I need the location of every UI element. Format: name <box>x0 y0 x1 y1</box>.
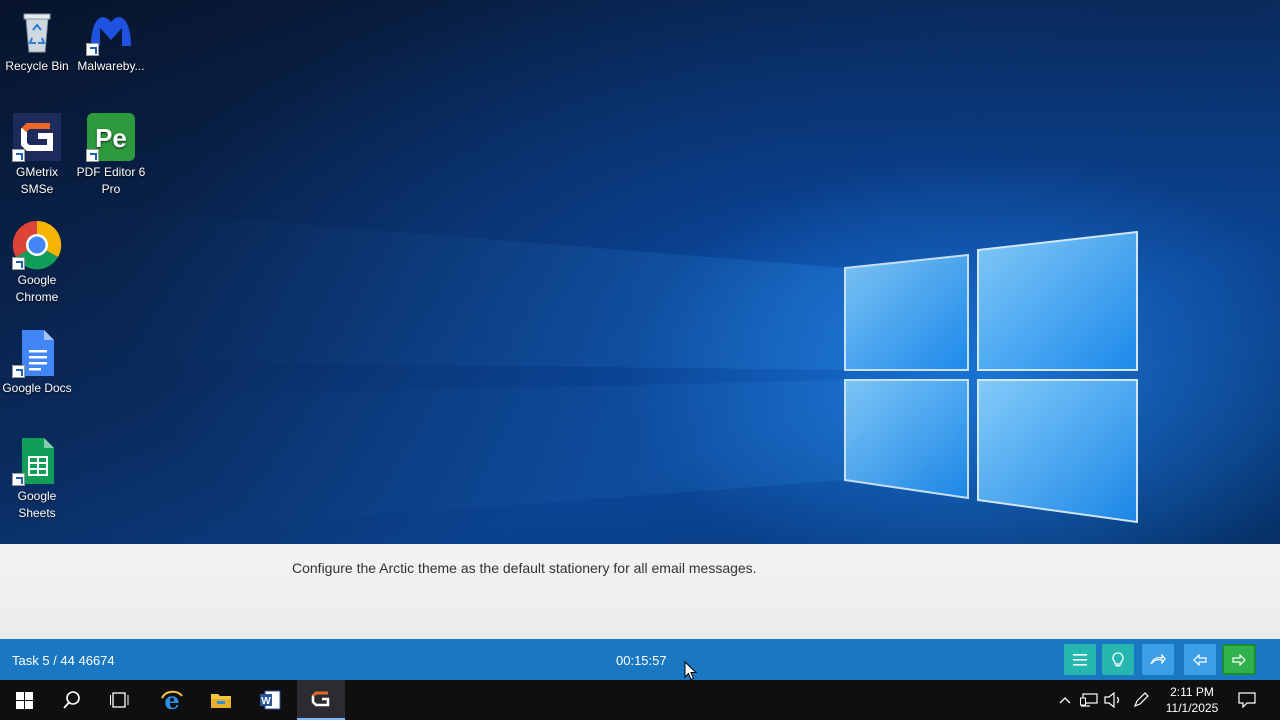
start-icon <box>15 691 33 709</box>
clock-time: 2:11 PM <box>1170 685 1214 699</box>
shortcut-arrow-icon <box>12 257 25 270</box>
desktop-icon-label: Google Sheets <box>17 489 57 520</box>
taskbar-word[interactable]: W <box>246 680 294 720</box>
next-task-button[interactable] <box>1222 644 1256 675</box>
shortcut-arrow-icon <box>12 149 25 162</box>
edge-icon: e <box>161 688 183 712</box>
exam-control-bar: Task 5 / 44 46674 00:15:57 <box>0 639 1280 680</box>
menu-icon <box>1073 653 1087 666</box>
google-docs-icon <box>12 328 62 378</box>
notification-icon <box>1238 692 1256 708</box>
task-counter: Task 5 / 44 46674 <box>12 653 115 668</box>
clock-date: 11/1/2025 <box>1165 701 1219 715</box>
previous-task-button[interactable] <box>1184 644 1216 675</box>
desktop-icon-pdf-editor[interactable]: Pe PDF Editor 6 Pro <box>74 112 148 198</box>
pdf-editor-icon: Pe <box>86 112 136 162</box>
volume-icon <box>1104 692 1120 708</box>
exam-timer: 00:15:57 <box>616 653 667 668</box>
chrome-icon <box>12 220 62 270</box>
skip-button[interactable] <box>1142 644 1174 675</box>
task-view-button[interactable] <box>96 680 144 720</box>
svg-text:W: W <box>261 696 271 707</box>
next-icon <box>1232 653 1246 666</box>
windows-logo-wallpaper <box>0 200 1138 544</box>
system-clock[interactable]: 2:11 PM 11/1/2025 <box>1160 684 1224 716</box>
svg-text:Pe: Pe <box>95 123 127 153</box>
desktop-icon-label: Malwareby... <box>77 59 145 73</box>
recycle-bin-icon <box>12 6 62 56</box>
mouse-cursor <box>684 661 698 681</box>
desktop-icon-google-docs[interactable]: Google Docs <box>0 328 74 397</box>
desktop-icon-google-chrome[interactable]: Google Chrome <box>0 220 74 306</box>
gmetrix-icon <box>12 112 62 162</box>
skip-icon <box>1150 653 1166 665</box>
task-instruction: Configure the Arctic theme as the defaul… <box>292 560 757 576</box>
desktop-icon-label: Recycle Bin <box>5 59 69 73</box>
hint-button[interactable] <box>1102 644 1134 675</box>
shortcut-arrow-icon <box>86 149 99 162</box>
desktop-icon-label: Google Docs <box>2 381 72 395</box>
lightbulb-icon <box>1112 651 1124 666</box>
task-list-button[interactable] <box>1064 644 1096 675</box>
desktop-icon-google-sheets[interactable]: Google Sheets <box>0 436 74 522</box>
desktop-icon-label: Google Chrome <box>15 273 59 304</box>
task-view-icon <box>110 692 129 708</box>
desktop-icon-malwarebytes[interactable]: Malwareby... <box>74 6 148 75</box>
volume-button[interactable] <box>1103 690 1123 710</box>
action-center-button[interactable] <box>1237 690 1257 710</box>
taskbar-gmetrix[interactable] <box>297 680 345 720</box>
taskbar-file-explorer[interactable] <box>197 680 245 720</box>
previous-icon <box>1193 653 1207 666</box>
desktop-icon-label: PDF Editor 6 Pro <box>76 165 146 196</box>
file-explorer-icon <box>211 694 231 708</box>
malwarebytes-icon <box>86 6 136 56</box>
search-icon <box>63 691 80 709</box>
shortcut-arrow-icon <box>12 473 25 486</box>
taskbar-edge[interactable]: e <box>148 680 196 720</box>
show-hidden-icons-button[interactable] <box>1055 690 1075 710</box>
start-button[interactable] <box>0 680 48 720</box>
google-sheets-icon <box>12 436 62 486</box>
taskbar: e W 2:11 PM 11/1/2025 <box>0 680 1280 720</box>
pen-workspace-button[interactable] <box>1131 690 1151 710</box>
search-button[interactable] <box>48 680 96 720</box>
gmetrix-icon <box>311 691 330 707</box>
network-icon <box>1080 693 1098 707</box>
desktop-icon-label: GMetrix SMSe <box>16 165 58 196</box>
word-icon: W <box>260 690 281 710</box>
shortcut-arrow-icon <box>12 365 25 378</box>
desktop-icon-gmetrix[interactable]: GMetrix SMSe <box>0 112 74 198</box>
desktop: Recycle Bin Malwareby... GMetrix SMSe Pe… <box>0 0 1280 544</box>
desktop-icon-recycle-bin[interactable]: Recycle Bin <box>0 6 74 75</box>
network-button[interactable] <box>1079 690 1099 710</box>
task-panel: Configure the Arctic theme as the defaul… <box>0 544 1280 639</box>
shortcut-arrow-icon <box>86 43 99 56</box>
pen-icon <box>1133 692 1149 708</box>
chevron-up-icon <box>1059 697 1071 704</box>
